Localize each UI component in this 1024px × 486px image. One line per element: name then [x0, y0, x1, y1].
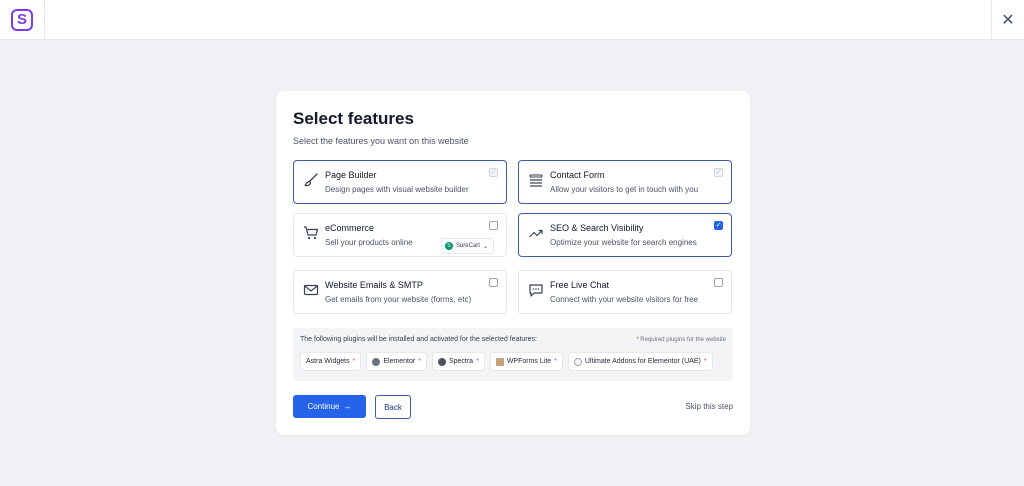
feature-ecommerce[interactable]: eCommerce Sell your products online S Su… [293, 213, 507, 257]
continue-button[interactable]: Continue → [293, 395, 366, 418]
required-star: * [476, 358, 479, 365]
feature-title: Page Builder [325, 170, 377, 180]
top-bar: S ✕ [0, 0, 1024, 40]
paintbrush-icon [304, 173, 318, 187]
plugin-name: Ultimate Addons for Elementor (UAE) [584, 358, 701, 365]
chevron-down-icon: ⌄ [482, 243, 488, 250]
plugin-chip: WPForms Lite * [489, 352, 563, 371]
feature-description: Connect with your website visitors for f… [550, 295, 699, 304]
feature-checkbox: ✓ [489, 168, 498, 177]
feature-checkbox[interactable]: ✓ [714, 221, 723, 230]
feature-emails-smtp[interactable]: Website Emails & SMTP Get emails from yo… [293, 270, 507, 314]
required-star: * [418, 358, 421, 365]
wpforms-icon [495, 357, 504, 366]
feature-title: Contact Form [550, 170, 605, 180]
page-subtitle: Select the features you want on this web… [293, 136, 469, 146]
feature-checkbox[interactable] [714, 278, 723, 287]
select-features-card: Select features Select the features you … [276, 91, 750, 435]
close-icon[interactable]: ✕ [991, 0, 1024, 39]
skip-step-link[interactable]: Skip this step [685, 402, 733, 411]
logo-area: S [0, 0, 45, 39]
feature-checkbox[interactable] [489, 278, 498, 287]
required-star: * [636, 337, 639, 343]
feature-description: Optimize your website for search engines [550, 238, 697, 247]
arrow-right-icon: → [343, 402, 352, 411]
feature-checkbox[interactable] [489, 221, 498, 230]
plugin-list: Astra Widgets * Elementor * Spectra * WP… [300, 352, 713, 371]
plugin-chip: Ultimate Addons for Elementor (UAE) * [567, 352, 713, 371]
back-button[interactable]: Back [375, 395, 411, 419]
feature-contact-form[interactable]: Contact Form Allow your visitors to get … [518, 160, 732, 204]
required-star: * [352, 358, 356, 365]
spectra-icon [437, 357, 446, 366]
plugin-name: Spectra [448, 358, 474, 365]
plugin-chip: Astra Widgets * [300, 352, 362, 371]
feature-title: eCommerce [325, 223, 375, 233]
platform-selector[interactable]: S SureCart ⌄ [440, 238, 494, 254]
required-legend: * Required plugins for the website [636, 337, 726, 343]
cart-icon [304, 226, 319, 240]
feature-description: Allow your visitors to get in touch with… [550, 185, 699, 194]
feature-description: Sell your products online [325, 238, 413, 247]
plugins-panel: The following plugins will be installed … [293, 328, 733, 381]
feature-description: Get emails from your website (forms, etc… [325, 295, 472, 304]
trend-up-icon [529, 229, 543, 238]
platform-selector-label: SureCart [455, 243, 480, 249]
plugins-note: The following plugins will be installed … [300, 336, 537, 343]
plugin-name: WPForms Lite [506, 358, 552, 365]
feature-checkbox: ✓ [714, 168, 723, 177]
required-star: * [554, 358, 557, 365]
brand-logo-icon: S [11, 8, 33, 31]
feature-description: Design pages with visual website builder [325, 185, 469, 194]
feature-seo[interactable]: SEO & Search Visibility Optimize your we… [518, 213, 732, 257]
feature-title: Free Live Chat [550, 280, 610, 290]
continue-label: Continue [307, 402, 340, 411]
feature-live-chat[interactable]: Free Live Chat Connect with your website… [518, 270, 732, 314]
page-title: Select features [293, 109, 414, 128]
form-lines-icon [529, 174, 543, 187]
elementor-icon [372, 357, 381, 366]
surecart-icon: S [444, 242, 453, 250]
feature-title: SEO & Search Visibility [550, 223, 644, 233]
required-star: * [703, 358, 707, 365]
required-legend-text: Required plugins for the website [640, 337, 726, 343]
chat-bubble-icon [529, 284, 543, 297]
envelope-icon [303, 284, 319, 296]
plugin-chip: Spectra * [431, 352, 485, 371]
plugin-name: Astra Widgets [306, 358, 350, 365]
plugin-chip: Elementor * [366, 352, 427, 371]
plugin-name: Elementor [383, 358, 416, 365]
feature-page-builder[interactable]: Page Builder Design pages with visual we… [293, 160, 507, 204]
uae-icon [573, 357, 582, 366]
feature-title: Website Emails & SMTP [325, 280, 423, 290]
